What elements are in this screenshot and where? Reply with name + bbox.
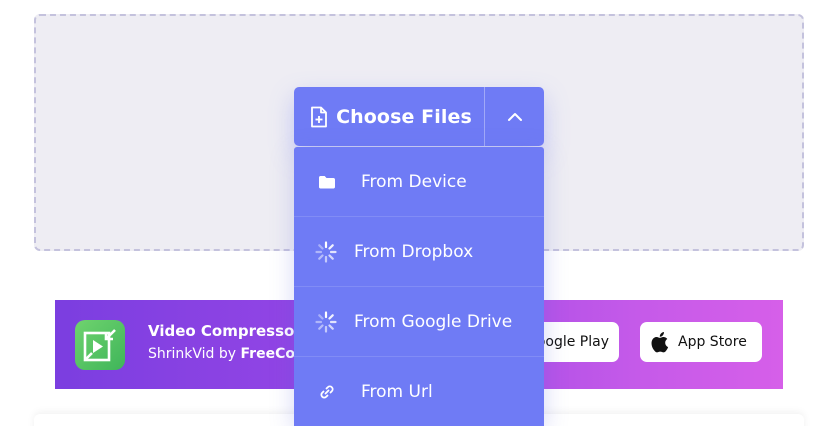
menu-item-label: From Url xyxy=(361,382,433,402)
video-compress-icon xyxy=(83,329,116,362)
app-subtitle-prefix: ShrinkVid by xyxy=(148,346,241,362)
folder-icon xyxy=(318,175,336,189)
link-icon xyxy=(319,384,335,400)
app-store-button[interactable]: App Store xyxy=(640,322,762,362)
menu-item-label: From Dropbox xyxy=(354,241,474,262)
choose-files-label: Choose Files xyxy=(336,105,472,128)
app-title: Video Compressor A xyxy=(148,322,319,340)
choose-files-split-button: Choose Files xyxy=(294,87,544,146)
menu-item-from-url[interactable]: From Url xyxy=(294,357,544,426)
menu-item-label: From Google Drive xyxy=(354,311,513,332)
google-play-label: oogle Play xyxy=(536,334,609,350)
menu-item-from-google-drive[interactable]: From Google Drive xyxy=(294,287,544,357)
app-icon[interactable] xyxy=(75,320,125,370)
file-plus-icon xyxy=(311,106,327,127)
chevron-up-icon xyxy=(507,112,522,121)
dropdown-toggle-button[interactable] xyxy=(485,87,544,146)
app-subtitle: ShrinkVid by FreeCo xyxy=(148,346,295,362)
upload-source-menu: From Device From Dropbox From Google Dri… xyxy=(294,147,544,426)
page: Video Compressor A ShrinkVid by FreeCo o… xyxy=(0,0,837,426)
menu-item-from-device[interactable]: From Device xyxy=(294,147,544,217)
spinner-icon xyxy=(315,310,337,333)
menu-item-label: From Device xyxy=(361,171,467,192)
apple-icon xyxy=(651,332,669,353)
app-store-label: App Store xyxy=(678,334,747,350)
app-subtitle-brand: FreeCo xyxy=(240,346,295,362)
menu-item-from-dropbox[interactable]: From Dropbox xyxy=(294,217,544,287)
choose-files-button[interactable]: Choose Files xyxy=(294,87,484,146)
spinner-icon xyxy=(315,240,337,263)
